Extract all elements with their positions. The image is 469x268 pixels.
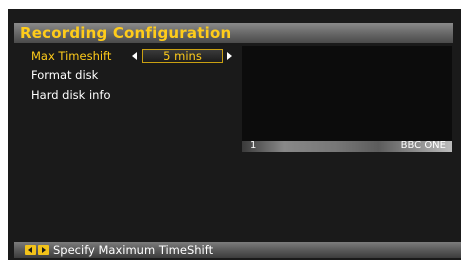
left-key-icon (25, 245, 36, 255)
menu-item-format-disk[interactable]: Format disk (31, 67, 98, 83)
max-timeshift-value[interactable]: 5 mins (142, 49, 223, 63)
tv-screen: Recording Configuration Max Timeshift 5 … (8, 9, 461, 260)
arrow-right-icon[interactable] (227, 52, 232, 60)
right-key-icon (38, 245, 49, 255)
channel-info-bar: 1 BBC ONE (242, 140, 452, 152)
channel-number: 1 (250, 140, 257, 151)
video-preview: 1 BBC ONE (242, 46, 452, 152)
title-bar: Recording Configuration (14, 23, 453, 43)
menu-item-hard-disk-info[interactable]: Hard disk info (31, 87, 111, 103)
page-title: Recording Configuration (20, 24, 232, 42)
arrow-left-icon[interactable] (132, 52, 137, 60)
menu-item-max-timeshift[interactable]: Max Timeshift (31, 48, 111, 64)
channel-name: BBC ONE (400, 140, 446, 151)
footer-hint-text: Specify Maximum TimeShift (53, 243, 214, 257)
footer-hint-bar: Specify Maximum TimeShift (14, 242, 461, 258)
